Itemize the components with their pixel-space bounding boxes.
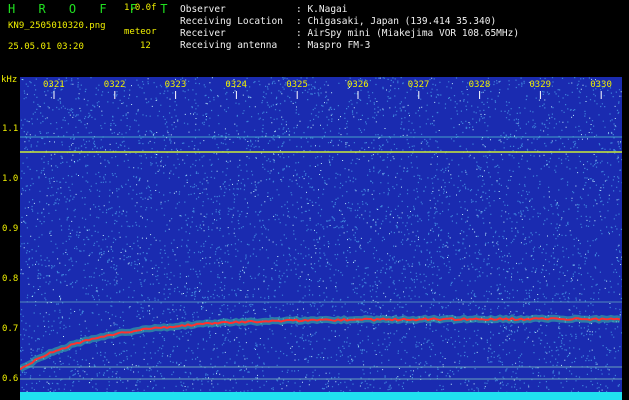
time-label: 0322 bbox=[103, 80, 126, 90]
filename-label: KN9_2505010320.png bbox=[8, 21, 106, 31]
y-tick-label: 0.7 bbox=[2, 324, 19, 334]
bottom-band bbox=[20, 392, 622, 400]
y-tick-label: 1.0 bbox=[2, 174, 19, 184]
antenna-value: : Maspro FM-3 bbox=[296, 40, 371, 51]
time-label: 0327 bbox=[407, 80, 430, 90]
y-tick-label: 0.8 bbox=[2, 274, 19, 284]
time-label: 0325 bbox=[286, 80, 308, 90]
y-tick-label: 1.1 bbox=[2, 124, 19, 134]
observer-value: : K.Nagai bbox=[296, 4, 348, 15]
header-panel: H R O F F T 1.0.0f KN9_2505010320.png me… bbox=[0, 0, 629, 75]
time-label: 0321 bbox=[43, 80, 65, 90]
receiver-label: Receiver bbox=[180, 28, 226, 39]
time-label: 0329 bbox=[529, 80, 552, 90]
frequency-axis: kHz 1.1 1.0 0.9 0.8 0.7 0.6 bbox=[0, 75, 20, 400]
time-label: 0324 bbox=[225, 80, 248, 90]
antenna-label: Receiving antenna bbox=[180, 40, 278, 51]
time-label: 0326 bbox=[347, 80, 369, 90]
receiver-value: : AirSpy mini (Miakejima VOR 108.65MHz) bbox=[296, 28, 520, 39]
axis-unit-label: kHz bbox=[1, 75, 18, 85]
time-label: 0330 bbox=[590, 80, 612, 90]
version-label: 1.0.0f bbox=[124, 3, 157, 13]
spectrogram-plot: 0321 0322 0323 0324 0325 0326 0327 0328 0329 0330 bbox=[20, 77, 622, 400]
time-label: 0328 bbox=[468, 80, 491, 90]
location-value: : Chigasaki, Japan (139.414 35.340) bbox=[296, 16, 497, 27]
timestamp-label: 25.05.01 03:20 bbox=[8, 42, 84, 52]
meteor-count: 12 bbox=[140, 41, 151, 51]
y-tick-label: 0.6 bbox=[2, 374, 19, 384]
right-margin bbox=[622, 75, 629, 400]
spectrogram-canvas bbox=[20, 77, 622, 400]
meteor-label: meteor bbox=[124, 27, 157, 37]
time-label: 0323 bbox=[164, 80, 187, 90]
location-label: Receiving Location bbox=[180, 16, 283, 27]
observer-label: Observer bbox=[180, 4, 226, 15]
carrier-trace bbox=[20, 317, 621, 371]
carrier-trace-glow bbox=[20, 314, 621, 373]
y-tick-label: 0.9 bbox=[2, 224, 19, 234]
